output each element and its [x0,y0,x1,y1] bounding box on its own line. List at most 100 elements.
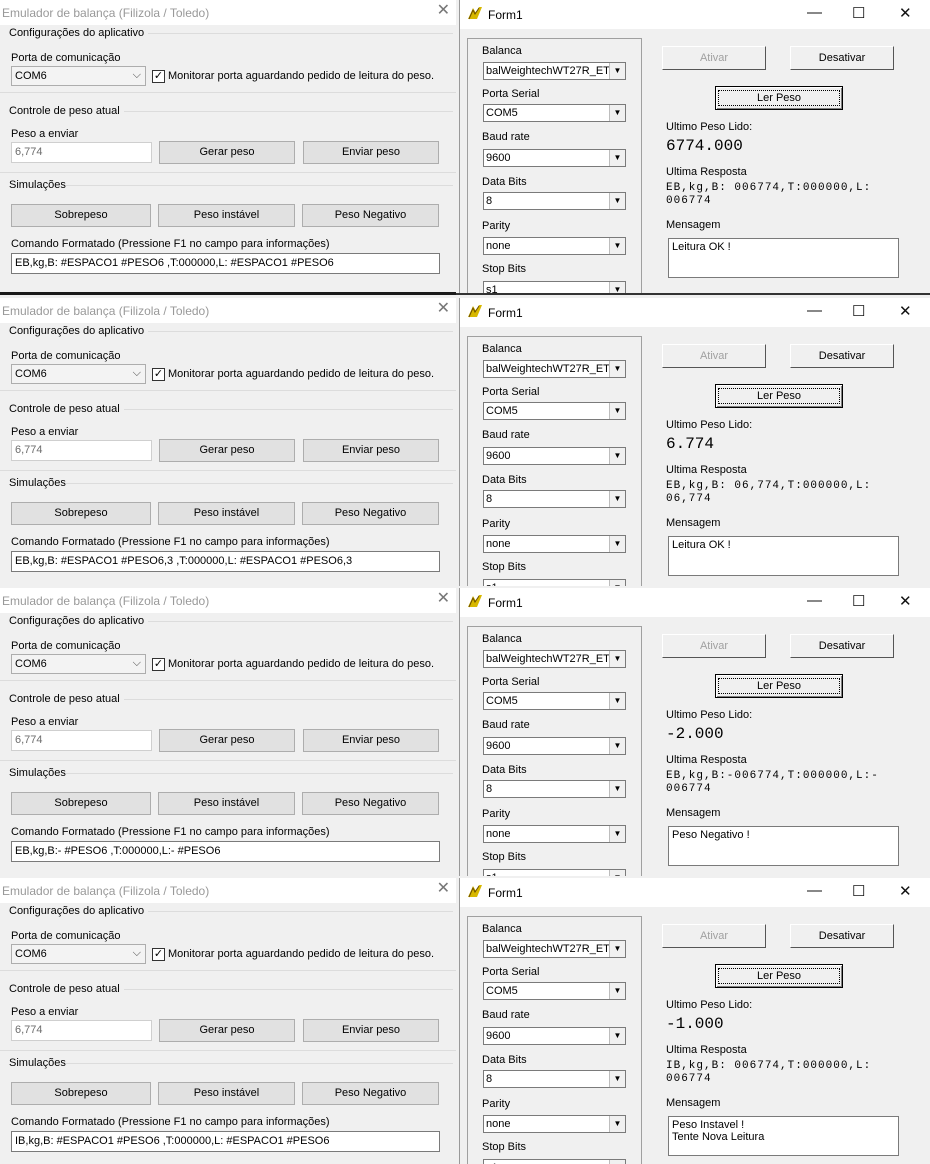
parity-combo[interactable]: none ▼ [483,535,626,553]
data-bits-combo[interactable]: 8 ▼ [483,192,626,210]
close-icon[interactable]: ✕ [437,300,450,318]
enviar-peso-button[interactable]: Enviar peso [303,439,439,462]
section-divider [0,92,456,93]
port-combo[interactable]: COM6 ⌵ [11,944,146,964]
peso-negativo-button[interactable]: Peso Negativo [302,502,439,525]
dropdown-arrow-icon: ▼ [609,826,625,842]
gerar-peso-button[interactable]: Gerar peso [159,1019,295,1042]
porta-serial-combo[interactable]: COM5 ▼ [483,402,626,420]
baud-rate-combo[interactable]: 9600 ▼ [483,737,626,755]
section-divider [0,470,456,471]
parity-combo[interactable]: none ▼ [483,237,626,255]
peso-instavel-button[interactable]: Peso instável [158,204,295,227]
baud-rate-combo[interactable]: 9600 ▼ [483,149,626,167]
enviar-peso-button[interactable]: Enviar peso [303,141,439,164]
monitor-checkbox[interactable]: ✓ [152,658,165,671]
mensagem-box[interactable]: Leitura OK ! [668,238,899,278]
ativar-button[interactable]: Ativar [662,634,766,658]
gerar-peso-button[interactable]: Gerar peso [159,141,295,164]
monitor-checkbox[interactable]: ✓ [152,368,165,381]
port-combo[interactable]: COM6 ⌵ [11,364,146,384]
balanca-combo[interactable]: balWeightechWT27R_ETH ▼ [483,650,626,668]
porta-serial-combo[interactable]: COM5 ▼ [483,104,626,122]
close-icon[interactable]: ✕ [437,2,450,20]
maximize-icon[interactable]: ☐ [852,882,865,900]
baud-rate-value: 9600 [486,450,511,462]
close-icon[interactable]: ✕ [437,880,450,898]
mensagem-box[interactable]: Peso Instavel ! Tente Nova Leitura [668,1116,899,1156]
balanca-combo[interactable]: balWeightechWT27R_ETH ▼ [483,62,626,80]
balanca-combo[interactable]: balWeightechWT27R_ETH ▼ [483,360,626,378]
port-combo[interactable]: COM6 ⌵ [11,654,146,674]
ler-peso-button[interactable]: Ler Peso [715,674,843,698]
peso-instavel-button[interactable]: Peso instável [158,1082,295,1105]
peso-negativo-button[interactable]: Peso Negativo [302,1082,439,1105]
group-divider [66,1063,453,1064]
ler-peso-button[interactable]: Ler Peso [715,964,843,988]
minimize-icon[interactable]: — [807,4,822,21]
stop-bits-combo[interactable]: s1 ▼ [483,579,626,586]
stop-bits-combo[interactable]: s1 ▼ [483,281,626,293]
weight-input[interactable]: 6,774 [11,1020,152,1041]
stop-bits-combo[interactable]: s1 ▼ [483,1159,626,1164]
parity-combo[interactable]: none ▼ [483,825,626,843]
data-bits-combo[interactable]: 8 ▼ [483,780,626,798]
mensagem-box[interactable]: Leitura OK ! [668,536,899,576]
minimize-icon[interactable]: — [807,302,822,319]
peso-negativo-button[interactable]: Peso Negativo [302,204,439,227]
weight-input[interactable]: 6,774 [11,142,152,163]
gerar-peso-button[interactable]: Gerar peso [159,729,295,752]
porta-serial-combo[interactable]: COM5 ▼ [483,692,626,710]
command-input[interactable]: EB,kg,B:- #PESO6 ,T:000000,L:- #PESO6 [11,841,440,862]
baud-rate-combo[interactable]: 9600 ▼ [483,447,626,465]
sobrepeso-button[interactable]: Sobrepeso [11,1082,151,1105]
porta-serial-combo[interactable]: COM5 ▼ [483,982,626,1000]
port-combo[interactable]: COM6 ⌵ [11,66,146,86]
mensagem-box[interactable]: Peso Negativo ! [668,826,899,866]
peso-instavel-button[interactable]: Peso instável [158,792,295,815]
data-bits-combo[interactable]: 8 ▼ [483,1070,626,1088]
close-icon[interactable]: ✕ [899,882,912,900]
command-input[interactable]: IB,kg,B: #ESPACO1 #PESO6 ,T:000000,L: #E… [11,1131,440,1152]
weight-input[interactable]: 6,774 [11,440,152,461]
monitor-checkbox[interactable]: ✓ [152,948,165,961]
stop-bits-combo[interactable]: s1 ▼ [483,869,626,876]
desativar-button[interactable]: Desativar [790,46,894,70]
ler-peso-button[interactable]: Ler Peso [715,384,843,408]
parity-combo[interactable]: none ▼ [483,1115,626,1133]
command-input[interactable]: EB,kg,B: #ESPACO1 #PESO6,3 ,T:000000,L: … [11,551,440,572]
ativar-button[interactable]: Ativar [662,924,766,948]
ativar-button[interactable]: Ativar [662,46,766,70]
minimize-icon[interactable]: — [807,882,822,899]
data-bits-combo[interactable]: 8 ▼ [483,490,626,508]
section-divider [0,1050,456,1051]
close-icon[interactable]: ✕ [437,590,450,608]
ler-peso-button[interactable]: Ler Peso [715,86,843,110]
maximize-icon[interactable]: ☐ [852,302,865,320]
ativar-button[interactable]: Ativar [662,344,766,368]
enviar-peso-button[interactable]: Enviar peso [303,729,439,752]
ultima-resposta-line1: EB,kg,B:-006774,T:000000,L:- [666,770,879,782]
close-icon[interactable]: ✕ [899,592,912,610]
desativar-button[interactable]: Desativar [790,344,894,368]
close-icon[interactable]: ✕ [899,4,912,22]
enviar-peso-button[interactable]: Enviar peso [303,1019,439,1042]
gerar-peso-button[interactable]: Gerar peso [159,439,295,462]
peso-instavel-button[interactable]: Peso instável [158,502,295,525]
balanca-combo[interactable]: balWeightechWT27R_ETH ▼ [483,940,626,958]
desativar-button[interactable]: Desativar [790,924,894,948]
baud-rate-combo[interactable]: 9600 ▼ [483,1027,626,1045]
command-input[interactable]: EB,kg,B: #ESPACO1 #PESO6 ,T:000000,L: #E… [11,253,440,274]
command-label: Comando Formatado (Pressione F1 no campo… [11,536,330,548]
weight-input[interactable]: 6,774 [11,730,152,751]
peso-negativo-button[interactable]: Peso Negativo [302,792,439,815]
sobrepeso-button[interactable]: Sobrepeso [11,502,151,525]
monitor-checkbox[interactable]: ✓ [152,70,165,83]
close-icon[interactable]: ✕ [899,302,912,320]
maximize-icon[interactable]: ☐ [852,592,865,610]
desativar-button[interactable]: Desativar [790,634,894,658]
sobrepeso-button[interactable]: Sobrepeso [11,204,151,227]
minimize-icon[interactable]: — [807,592,822,609]
maximize-icon[interactable]: ☐ [852,4,865,22]
sobrepeso-button[interactable]: Sobrepeso [11,792,151,815]
